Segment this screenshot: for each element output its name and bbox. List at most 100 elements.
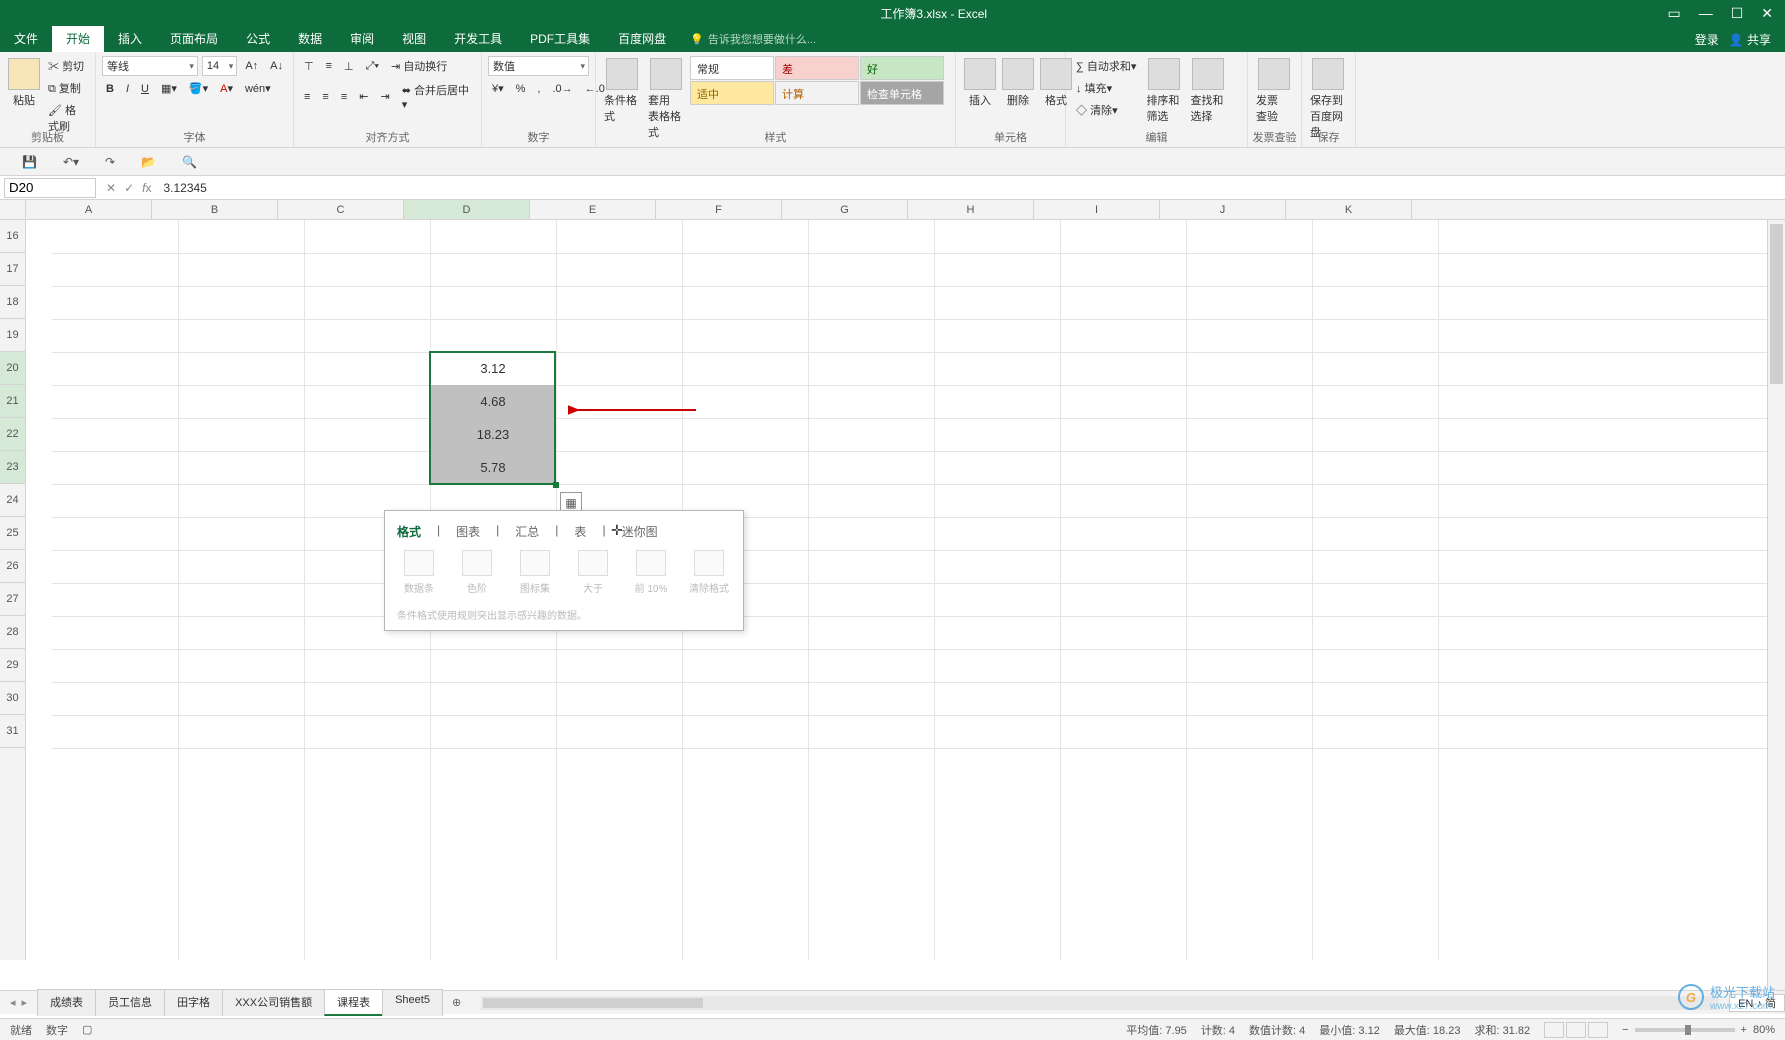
row-header-27[interactable]: 27 [0, 583, 25, 616]
redo-icon[interactable]: ↷ [101, 153, 119, 171]
zoom-slider[interactable] [1635, 1028, 1735, 1032]
fx-icon[interactable]: fx [142, 181, 151, 195]
share-button[interactable]: 👤 共享 [1729, 31, 1771, 48]
col-header-B[interactable]: B [152, 200, 278, 219]
qa-opt-iconset[interactable]: 图标集 [513, 550, 557, 595]
sheet-tab-0[interactable]: 成绩表 [37, 989, 96, 1016]
autosum-button[interactable]: ∑ 自动求和▾ [1072, 56, 1140, 76]
sheet-tab-5[interactable]: Sheet5 [382, 989, 443, 1016]
cell-d21[interactable]: 4.68 [430, 385, 556, 418]
view-layout-button[interactable] [1566, 1022, 1586, 1038]
align-center-button[interactable]: ≡ [318, 89, 332, 105]
bold-button[interactable]: B [102, 81, 118, 97]
col-header-H[interactable]: H [908, 200, 1034, 219]
cell-d20[interactable]: 3.12 [430, 352, 556, 385]
insert-cells-button[interactable]: 插入 [962, 56, 998, 110]
row-header-30[interactable]: 30 [0, 682, 25, 715]
formula-input[interactable]: 3.12345 [157, 179, 1785, 197]
merge-center-button[interactable]: ⬌ 合并后居中▾ [398, 80, 475, 113]
save-icon[interactable]: 💾 [18, 153, 41, 171]
qa-tab-total[interactable]: 汇总 [515, 521, 539, 542]
row-header-22[interactable]: 22 [0, 418, 25, 451]
tab-file[interactable]: 文件 [0, 26, 52, 52]
enter-formula-icon[interactable]: ✓ [124, 181, 134, 195]
row-header-16[interactable]: 16 [0, 220, 25, 253]
view-normal-button[interactable] [1544, 1022, 1564, 1038]
zoom-level[interactable]: 80% [1753, 1024, 1775, 1036]
percent-button[interactable]: % [512, 81, 530, 97]
cell-d22[interactable]: 18.23 [430, 418, 556, 451]
col-header-D[interactable]: D [404, 200, 530, 219]
row-header-31[interactable]: 31 [0, 715, 25, 748]
sort-filter-button[interactable]: 排序和筛选 [1144, 56, 1184, 126]
inc-decimal-button[interactable]: .0→ [548, 81, 576, 97]
sheet-tab-1[interactable]: 员工信息 [95, 989, 165, 1016]
align-top-button[interactable]: ⊤ [300, 58, 318, 75]
row-header-18[interactable]: 18 [0, 286, 25, 319]
row-header-19[interactable]: 19 [0, 319, 25, 352]
find-select-button[interactable]: 查找和选择 [1188, 56, 1228, 126]
vertical-scrollbar[interactable] [1767, 220, 1785, 1014]
col-header-C[interactable]: C [278, 200, 404, 219]
status-recorder-icon[interactable]: ▢ [82, 1023, 92, 1036]
qa-tab-chart[interactable]: 图表 [456, 521, 480, 542]
qa-tab-table[interactable]: 表 [574, 521, 586, 542]
row-header-24[interactable]: 24 [0, 484, 25, 517]
clear-button[interactable]: ◇ 清除▾ [1072, 100, 1140, 120]
style-bad[interactable]: 差 [775, 56, 859, 80]
name-box[interactable] [4, 178, 96, 198]
style-mid[interactable]: 适中 [690, 81, 774, 105]
ribbon-options-icon[interactable]: ▭ [1667, 5, 1680, 22]
row-header-28[interactable]: 28 [0, 616, 25, 649]
row-header-26[interactable]: 26 [0, 550, 25, 583]
login-link[interactable]: 登录 [1695, 31, 1719, 48]
align-left-button[interactable]: ≡ [300, 89, 314, 105]
col-header-K[interactable]: K [1286, 200, 1412, 219]
copy-button[interactable]: ⧉ 复制 [44, 78, 89, 98]
horizontal-scrollbar[interactable] [481, 996, 1719, 1010]
font-size-select[interactable]: 14 [202, 56, 237, 76]
sheet-nav-first[interactable]: ◂ [10, 996, 16, 1009]
qa-opt-clear[interactable]: 清除格式 [687, 550, 731, 595]
font-grow-button[interactable]: A↑ [241, 58, 262, 74]
qa-opt-top10[interactable]: 前 10% [629, 550, 673, 595]
qa-opt-databar[interactable]: 数据条 [397, 550, 441, 595]
tab-baidu[interactable]: 百度网盘 [604, 26, 680, 52]
style-normal[interactable]: 常规 [690, 56, 774, 80]
col-header-F[interactable]: F [656, 200, 782, 219]
tab-insert[interactable]: 插入 [104, 26, 156, 52]
fill-button[interactable]: ↓ 填充▾ [1072, 78, 1140, 98]
style-good[interactable]: 好 [860, 56, 944, 80]
currency-button[interactable]: ¥▾ [488, 80, 508, 97]
align-right-button[interactable]: ≡ [337, 89, 351, 105]
style-check[interactable]: 检查单元格 [860, 81, 944, 105]
border-button[interactable]: ▦▾ [157, 80, 181, 97]
tab-formulas[interactable]: 公式 [232, 26, 284, 52]
undo-icon[interactable]: ↶▾ [59, 153, 83, 171]
font-name-select[interactable]: 等线 [102, 56, 198, 76]
minimize-icon[interactable]: — [1699, 5, 1713, 21]
delete-cells-button[interactable]: 删除 [1000, 56, 1036, 110]
comma-button[interactable]: , [533, 81, 544, 97]
cut-button[interactable]: ✂ 剪切 [44, 56, 89, 76]
print-preview-icon[interactable]: 🔍 [178, 153, 201, 171]
row-header-21[interactable]: 21 [0, 385, 25, 418]
row-header-25[interactable]: 25 [0, 517, 25, 550]
col-header-G[interactable]: G [782, 200, 908, 219]
add-sheet-button[interactable]: ⊕ [442, 996, 471, 1009]
open-icon[interactable]: 📂 [137, 153, 160, 171]
row-header-23[interactable]: 23 [0, 451, 25, 484]
tab-review[interactable]: 审阅 [336, 26, 388, 52]
zoom-out-button[interactable]: − [1622, 1024, 1628, 1036]
tab-layout[interactable]: 页面布局 [156, 26, 232, 52]
italic-button[interactable]: I [122, 81, 133, 97]
indent-dec-button[interactable]: ⇤ [355, 88, 372, 105]
phonetic-button[interactable]: wén▾ [241, 80, 275, 97]
row-header-17[interactable]: 17 [0, 253, 25, 286]
sheet-tab-3[interactable]: XXX公司销售额 [222, 989, 325, 1016]
zoom-in-button[interactable]: + [1741, 1024, 1747, 1036]
sheet-tab-2[interactable]: 田字格 [164, 989, 223, 1016]
row-header-20[interactable]: 20 [0, 352, 25, 385]
col-header-J[interactable]: J [1160, 200, 1286, 219]
cell-d23[interactable]: 5.78 [430, 451, 556, 484]
